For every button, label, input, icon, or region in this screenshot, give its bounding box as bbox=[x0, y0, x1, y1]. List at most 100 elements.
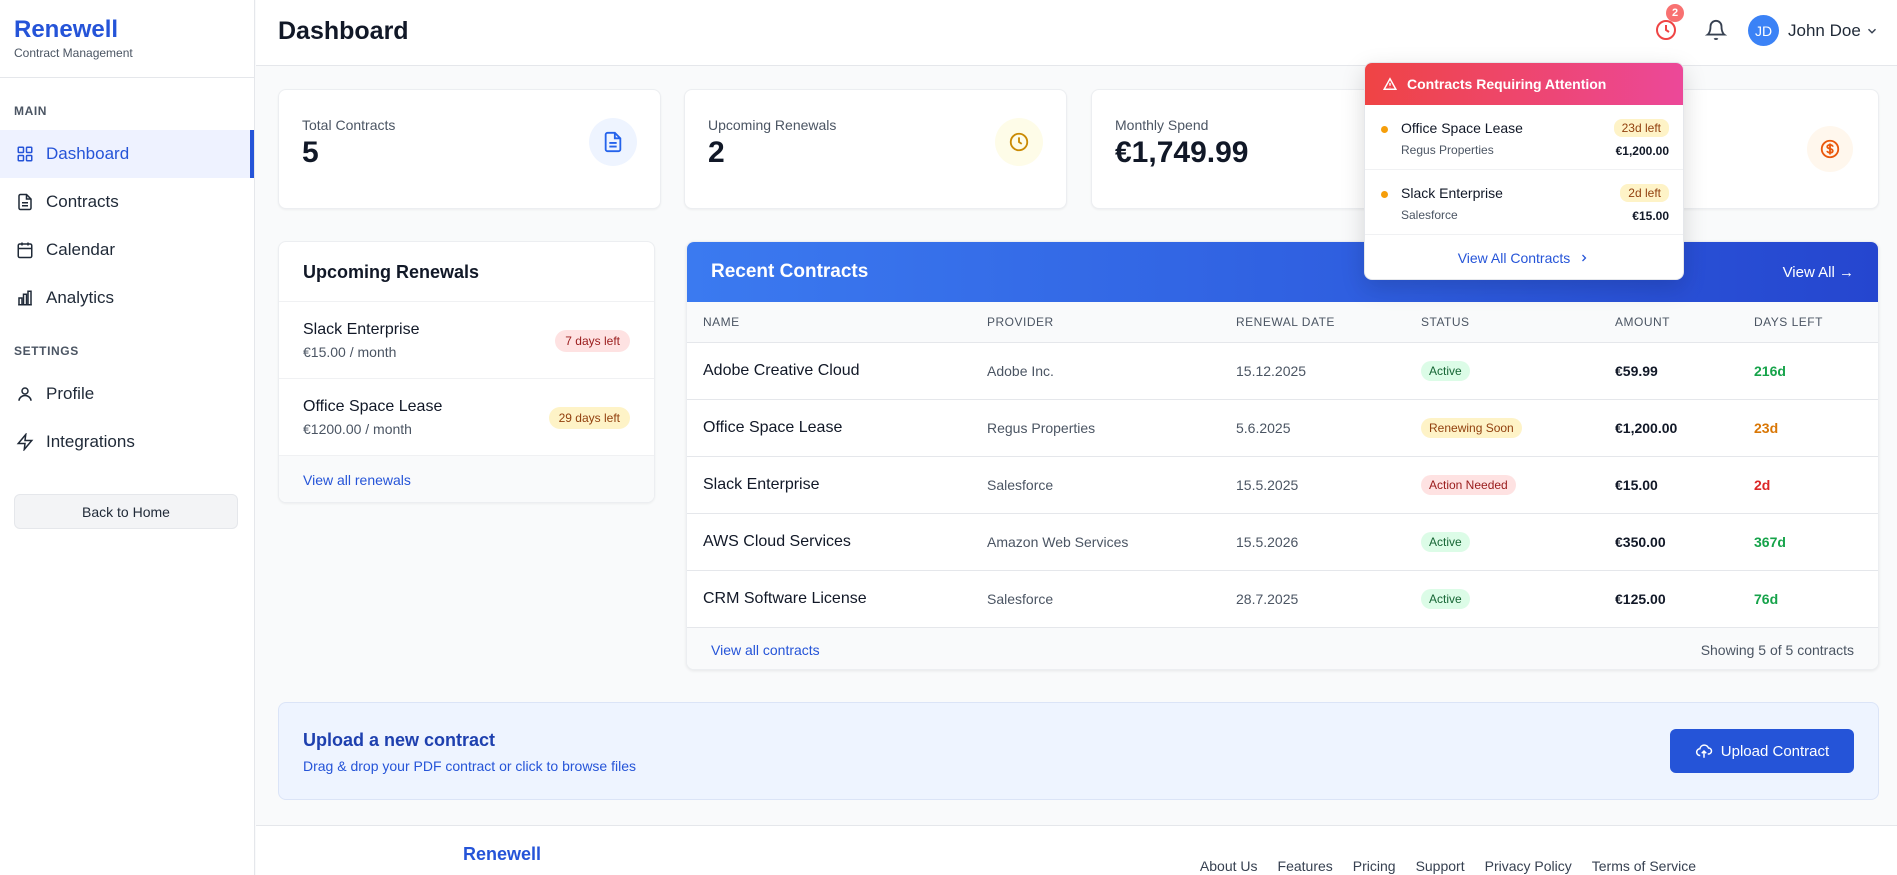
attention-item-provider: Regus Properties bbox=[1401, 143, 1494, 157]
status-badge: Active bbox=[1421, 360, 1470, 381]
back-to-home-button[interactable]: Back to Home bbox=[14, 494, 238, 529]
view-all-button[interactable]: View All → bbox=[1783, 264, 1854, 281]
sidebar-item-dashboard[interactable]: Dashboard bbox=[0, 130, 254, 178]
sidebar: Renewell Contract Management MAIN Dashbo… bbox=[0, 0, 255, 875]
contract-name: AWS Cloud Services bbox=[687, 513, 987, 571]
sidebar-item-contracts[interactable]: Contracts bbox=[0, 178, 254, 226]
contract-date: 28.7.2025 bbox=[1236, 570, 1421, 628]
table-row[interactable]: Office Space Lease Regus Properties 5.6.… bbox=[687, 399, 1878, 457]
table-row[interactable]: CRM Software License Salesforce 28.7.202… bbox=[687, 570, 1878, 628]
table-row[interactable]: AWS Cloud Services Amazon Web Services 1… bbox=[687, 513, 1878, 571]
upload-subtitle: Drag & drop your PDF contract or click t… bbox=[303, 758, 637, 774]
stat-card-total-contracts: Total Contracts 5 bbox=[278, 89, 661, 209]
contract-amount: €125.00 bbox=[1615, 570, 1754, 628]
contract-provider: Salesforce bbox=[987, 570, 1236, 628]
brand: Renewell Contract Management bbox=[0, 0, 254, 78]
nav-section-main: MAIN bbox=[14, 104, 48, 118]
sidebar-item-profile[interactable]: Profile bbox=[0, 370, 254, 418]
panel-title: Upcoming Renewals bbox=[279, 242, 654, 302]
warning-dot bbox=[1381, 191, 1388, 198]
contract-amount: €59.99 bbox=[1615, 342, 1754, 400]
stat-card-upcoming-renewals: Upcoming Renewals 2 bbox=[684, 89, 1067, 209]
warning-icon bbox=[1383, 77, 1397, 90]
attention-title: Contracts Requiring Attention bbox=[1407, 76, 1607, 92]
status-badge: Active bbox=[1421, 531, 1470, 552]
upload-title: Upload a new contract bbox=[303, 730, 496, 750]
view-all-contracts-link[interactable]: View all contracts bbox=[711, 642, 820, 658]
days-left-badge: 29 days left bbox=[548, 407, 630, 429]
table-row[interactable]: Adobe Creative Cloud Adobe Inc. 15.12.20… bbox=[687, 342, 1878, 400]
recent-contracts-panel: Recent Contracts View All → NAME PROVIDE… bbox=[686, 241, 1879, 670]
upload-button-label: Upload Contract bbox=[1720, 742, 1830, 760]
renewal-name: Slack Enterprise bbox=[303, 321, 420, 338]
column-header[interactable]: RENEWAL DATE bbox=[1236, 302, 1421, 343]
top-header: Dashboard 2 JD John Doe bbox=[256, 0, 1897, 66]
sidebar-item-integrations[interactable]: Integrations bbox=[0, 418, 254, 466]
view-all-contracts-button[interactable]: View All Contracts bbox=[1365, 235, 1683, 279]
renewal-price: €15.00 / month bbox=[303, 344, 397, 360]
bell-icon[interactable] bbox=[1704, 19, 1728, 41]
footer-brand[interactable]: Renewell bbox=[463, 844, 541, 865]
sidebar-item-label: Analytics bbox=[46, 288, 115, 307]
contract-status: Action Needed bbox=[1421, 456, 1615, 514]
column-header[interactable]: DAYS LEFT bbox=[1754, 302, 1878, 343]
column-header[interactable]: STATUS bbox=[1421, 302, 1615, 343]
contracts-footer: View all contracts Showing 5 of 5 contra… bbox=[687, 627, 1878, 669]
stat-value: 2 bbox=[708, 136, 725, 169]
contract-date: 15.5.2025 bbox=[1236, 456, 1421, 514]
contract-status: Active bbox=[1421, 513, 1615, 571]
contract-days-left: 216d bbox=[1754, 342, 1878, 400]
upload-contract-button[interactable]: Upload Contract bbox=[1670, 729, 1854, 773]
contract-status: Renewing Soon bbox=[1421, 399, 1615, 457]
contract-provider: Amazon Web Services bbox=[987, 513, 1236, 571]
contract-provider: Adobe Inc. bbox=[987, 342, 1236, 400]
panel-title: Recent Contracts bbox=[711, 261, 869, 282]
footer-link-terms[interactable]: Terms of Service bbox=[1592, 858, 1696, 874]
sidebar-item-calendar[interactable]: Calendar bbox=[0, 226, 254, 274]
cloud-upload-icon bbox=[1695, 744, 1712, 758]
view-all-renewals-link[interactable]: View all renewals bbox=[279, 456, 654, 502]
stat-label: Total Contracts bbox=[302, 117, 396, 133]
footer-link-pricing[interactable]: Pricing bbox=[1353, 858, 1396, 874]
footer-link-support[interactable]: Support bbox=[1416, 858, 1465, 874]
contract-name: Slack Enterprise bbox=[687, 456, 987, 514]
footer-links: About Us Features Pricing Support Privac… bbox=[1200, 858, 1696, 874]
table-row[interactable]: Slack Enterprise Salesforce 15.5.2025 Ac… bbox=[687, 456, 1878, 514]
sidebar-item-analytics[interactable]: Analytics bbox=[0, 274, 254, 322]
attention-item[interactable]: Slack Enterprise Salesforce 2d left €15.… bbox=[1365, 170, 1683, 235]
page-title: Dashboard bbox=[278, 17, 409, 45]
chevron-right-icon bbox=[1582, 254, 1587, 262]
calendar-icon bbox=[16, 241, 34, 259]
footer-link-features[interactable]: Features bbox=[1278, 858, 1333, 874]
list-item[interactable]: Office Space Lease €1200.00 / month 29 d… bbox=[279, 379, 654, 456]
upcoming-renewals-panel: Upcoming Renewals Slack Enterprise €15.0… bbox=[278, 241, 655, 503]
sidebar-item-label: Calendar bbox=[46, 240, 115, 259]
chevron-down-icon[interactable] bbox=[1865, 24, 1879, 38]
status-badge: Active bbox=[1421, 588, 1470, 609]
column-header[interactable]: PROVIDER bbox=[987, 302, 1236, 343]
brand-name[interactable]: Renewell bbox=[14, 16, 240, 44]
footer-link-privacy[interactable]: Privacy Policy bbox=[1485, 858, 1572, 874]
user-name[interactable]: John Doe bbox=[1788, 21, 1861, 41]
document-icon bbox=[16, 193, 34, 211]
footer-link-about[interactable]: About Us bbox=[1200, 858, 1258, 874]
nav-section-settings: SETTINGS bbox=[14, 344, 79, 358]
column-header[interactable]: NAME bbox=[687, 302, 987, 343]
user-icon bbox=[16, 385, 34, 403]
contracts-count: Showing 5 of 5 contracts bbox=[1700, 641, 1854, 658]
attention-item[interactable]: Office Space Lease Regus Properties 23d … bbox=[1365, 105, 1683, 170]
stat-value: €1,749.99 bbox=[1115, 136, 1249, 169]
contracts-table: NAME PROVIDER RENEWAL DATE STATUS AMOUNT… bbox=[687, 302, 1878, 628]
column-header[interactable]: AMOUNT bbox=[1615, 302, 1754, 343]
contract-amount: €350.00 bbox=[1615, 513, 1754, 571]
avatar[interactable]: JD bbox=[1748, 15, 1779, 46]
days-left-badge: 2d left bbox=[1620, 184, 1669, 202]
contract-name: Office Space Lease bbox=[687, 399, 987, 457]
upload-dropzone[interactable]: Upload a new contract Drag & drop your P… bbox=[278, 702, 1879, 800]
notification-badge: 2 bbox=[1666, 4, 1684, 22]
list-item[interactable]: Slack Enterprise €15.00 / month 7 days l… bbox=[279, 302, 654, 379]
contract-amount: €15.00 bbox=[1615, 456, 1754, 514]
contract-amount: €1,200.00 bbox=[1615, 399, 1754, 457]
warning-dot bbox=[1381, 126, 1388, 133]
contract-provider: Salesforce bbox=[987, 456, 1236, 514]
